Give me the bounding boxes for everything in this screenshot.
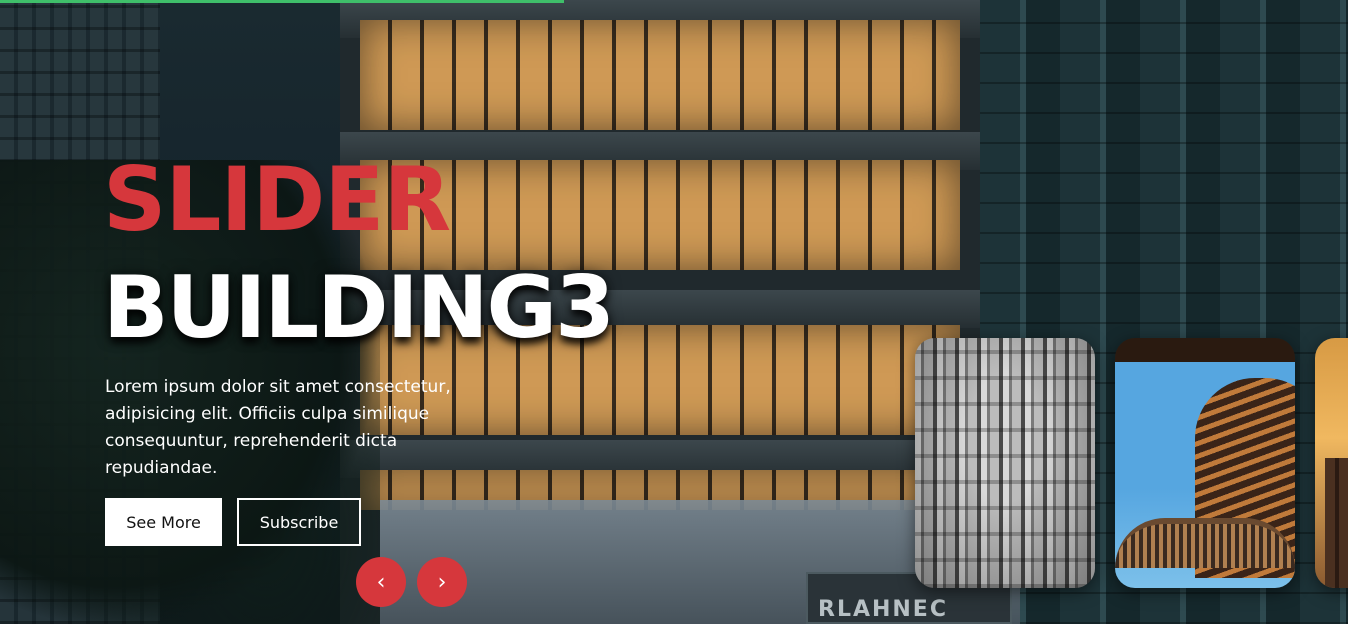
thumbnail-curved-tower[interactable] <box>1115 338 1295 588</box>
street-sign-text: RLAHNEC <box>818 597 948 622</box>
slide-description: Lorem ipsum dolor sit amet consectetur, … <box>105 377 451 478</box>
prev-arrow-button[interactable]: ‹ <box>356 557 406 607</box>
see-more-button[interactable]: See More <box>105 498 222 546</box>
next-arrow-button[interactable]: › <box>417 557 467 607</box>
slide-content: SLIDER BUILDING3 Lorem ipsum dolor sit a… <box>103 150 643 482</box>
slide-buttons: See More Subscribe <box>105 498 361 546</box>
slide-title-top: SLIDER <box>103 148 451 251</box>
thumbnail-city-aerial[interactable] <box>915 338 1095 588</box>
slide-progress-bar <box>0 0 564 3</box>
slider-arrows: ‹ › <box>356 557 467 607</box>
chevron-left-icon: ‹ <box>376 569 386 595</box>
subscribe-button[interactable]: Subscribe <box>237 498 361 546</box>
chevron-right-icon: › <box>437 569 447 595</box>
slide-title-main: BUILDING3 <box>103 258 615 358</box>
slide-thumbnails <box>915 338 1348 588</box>
thumbnail-sunset-skyline[interactable] <box>1315 338 1348 588</box>
